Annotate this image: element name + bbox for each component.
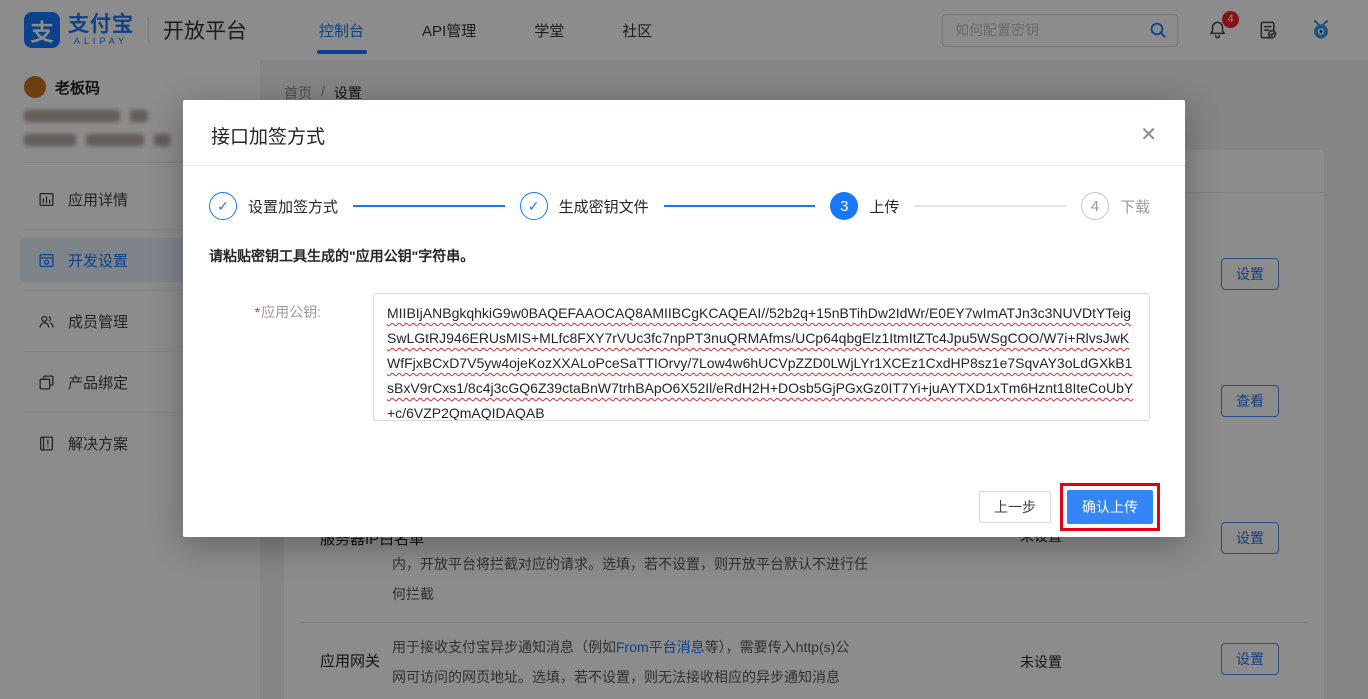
step-download: 4 下载 bbox=[1081, 192, 1150, 220]
step-set-signing-method: ✓ 设置加签方式 bbox=[209, 192, 338, 220]
public-key-value: MIIBIjANBgkqhkiG9w0BAQEFAAOCAQ8AMIIBCgKC… bbox=[387, 305, 1133, 421]
step-connector bbox=[353, 205, 505, 207]
step-label: 下载 bbox=[1120, 196, 1150, 217]
modal-footer: 上一步 确认上传 bbox=[183, 490, 1185, 524]
previous-step-button[interactable]: 上一步 bbox=[979, 491, 1051, 523]
step-label: 生成密钥文件 bbox=[559, 196, 649, 217]
page: 支 支付宝 ALIPAY 开放平台 控制台 API管理 学堂 社区 4 bbox=[0, 0, 1368, 699]
instruction-text: 请粘贴密钥工具生成的"应用公钥"字符串。 bbox=[209, 246, 1150, 266]
public-key-textarea[interactable]: MIIBIjANBgkqhkiG9w0BAQEFAAOCAQ8AMIIBCgKC… bbox=[373, 293, 1150, 421]
step-connector bbox=[664, 205, 816, 207]
field-label-text: 应用公钥: bbox=[261, 304, 321, 320]
modal-body: ✓ 设置加签方式 ✓ 生成密钥文件 3 上传 4 下载 bbox=[183, 166, 1185, 421]
confirm-upload-wrap: 确认上传 bbox=[1067, 490, 1153, 524]
signing-method-modal: 接口加签方式 ✕ ✓ 设置加签方式 ✓ 生成密钥文件 3 上传 bbox=[183, 100, 1185, 537]
public-key-form-row: *应用公钥: MIIBIjANBgkqhkiG9w0BAQEFAAOCAQ8AM… bbox=[209, 293, 1150, 421]
required-mark: * bbox=[255, 304, 260, 320]
step-generate-key-file: ✓ 生成密钥文件 bbox=[520, 192, 649, 220]
step-number: 4 bbox=[1081, 192, 1109, 220]
confirm-upload-button[interactable]: 确认上传 bbox=[1067, 490, 1153, 524]
step-number: 3 bbox=[830, 192, 858, 220]
step-upload: 3 上传 bbox=[830, 192, 899, 220]
public-key-label: *应用公钥: bbox=[209, 293, 321, 421]
step-label: 上传 bbox=[869, 196, 899, 217]
step-check-icon: ✓ bbox=[520, 192, 548, 220]
step-check-icon: ✓ bbox=[209, 192, 237, 220]
modal-title: 接口加签方式 bbox=[211, 122, 325, 149]
stepper: ✓ 设置加签方式 ✓ 生成密钥文件 3 上传 4 下载 bbox=[209, 192, 1150, 220]
close-icon[interactable]: ✕ bbox=[1140, 125, 1157, 145]
modal-header: 接口加签方式 ✕ bbox=[183, 100, 1185, 149]
step-label: 设置加签方式 bbox=[248, 196, 338, 217]
step-connector bbox=[914, 205, 1066, 207]
